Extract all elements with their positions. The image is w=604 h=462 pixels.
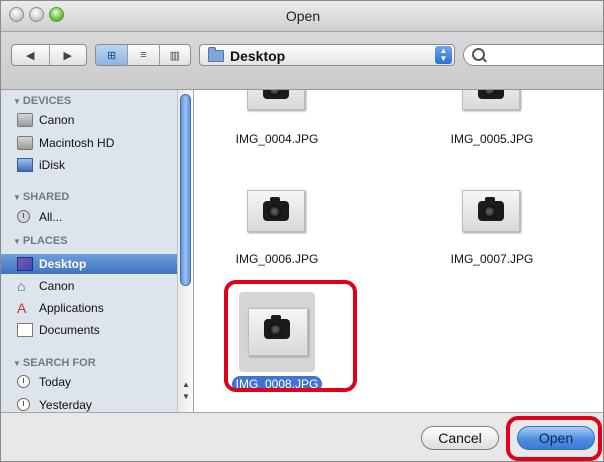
file-name-label[interactable]: IMG_0007.JPG: [422, 252, 562, 266]
sidebar-scroll-thumb[interactable]: [180, 94, 191, 286]
home-icon: ⌂: [17, 278, 26, 294]
search-icon: [472, 48, 485, 61]
scroll-up-arrow-icon[interactable]: ▲: [182, 380, 190, 389]
sidebar-item-idisk[interactable]: iDisk: [17, 155, 65, 175]
file-thumbnail[interactable]: [462, 190, 520, 232]
sidebar-section-devices[interactable]: ▼ DEVICES: [13, 95, 71, 107]
sidebar-section-shared[interactable]: ▼ SHARED: [13, 191, 69, 203]
popup-arrows-icon: ▲ ▼: [435, 46, 452, 64]
file-thumbnail[interactable]: [247, 190, 305, 232]
applications-icon: A: [17, 300, 27, 316]
highlight-annotation: [224, 280, 357, 392]
file-thumbnail[interactable]: [247, 90, 305, 110]
sidebar-item-canon-device[interactable]: Canon: [17, 110, 74, 130]
sidebar-item-all-shared[interactable]: All...: [17, 207, 62, 227]
view-mode-control: ⊞ ≡ ▥: [95, 44, 191, 66]
idisk-icon: [17, 158, 33, 172]
title-bar: Open: [1, 1, 603, 32]
sidebar-item-desktop[interactable]: Desktop: [1, 254, 177, 274]
network-icon: [17, 210, 30, 223]
sidebar-item-today[interactable]: Today: [17, 372, 71, 392]
file-name-label[interactable]: IMG_0006.JPG: [207, 252, 347, 266]
sidebar: ▼ DEVICES Canon Macintosh HD iDisk ▼ SHARE…: [1, 90, 194, 412]
toolbar: ◀ ▶ ⊞ ≡ ▥ Desktop ▲ ▼: [1, 32, 603, 90]
location-popup[interactable]: Desktop ▲ ▼: [199, 44, 455, 66]
icon-view-button[interactable]: ⊞: [96, 45, 129, 65]
sidebar-item-yesterday[interactable]: Yesterday: [17, 395, 92, 412]
file-browser: IMG_0004.JPG IMG_0005.JPG IMG_0006.JPG I…: [194, 90, 603, 412]
list-view-button[interactable]: ≡: [128, 45, 160, 65]
clock-icon: [17, 398, 30, 411]
sidebar-section-search-for[interactable]: ▼ SEARCH FOR: [13, 357, 96, 369]
sidebar-item-canon-home[interactable]: ⌂ Canon: [17, 276, 74, 296]
search-field[interactable]: [463, 44, 603, 66]
hard-drive-icon: [17, 113, 33, 127]
open-dialog: Open ◀ ▶ ⊞ ≡ ▥ Desktop ▲ ▼ ▼ DEVICES Canon…: [0, 0, 604, 462]
window-title: Open: [285, 8, 321, 24]
sidebar-item-macintosh-hd[interactable]: Macintosh HD: [17, 133, 114, 153]
file-name-label[interactable]: IMG_0005.JPG: [422, 132, 562, 146]
hard-drive-icon: [17, 136, 33, 150]
highlight-annotation: [506, 416, 602, 461]
forward-button[interactable]: ▶: [50, 45, 87, 65]
back-button[interactable]: ◀: [12, 45, 50, 65]
file-name-label[interactable]: IMG_0004.JPG: [207, 132, 347, 146]
sidebar-item-documents[interactable]: Documents: [17, 320, 100, 340]
column-view-button[interactable]: ▥: [160, 45, 190, 65]
back-forward-control: ◀ ▶: [11, 44, 87, 66]
sidebar-item-applications[interactable]: A Applications: [17, 298, 104, 318]
clock-icon: [17, 375, 30, 388]
folder-icon: [208, 47, 224, 62]
desktop-icon: [17, 257, 33, 271]
sidebar-scrollbar[interactable]: ▲ ▼: [177, 90, 193, 412]
scroll-down-arrow-icon[interactable]: ▼: [182, 392, 190, 401]
documents-icon: [17, 323, 33, 337]
sidebar-section-places[interactable]: ▼ PLACES: [13, 235, 68, 247]
location-label: Desktop: [230, 48, 286, 64]
file-thumbnail[interactable]: [462, 90, 520, 110]
cancel-button[interactable]: Cancel: [421, 426, 499, 450]
button-bar: Cancel Open: [1, 412, 603, 461]
